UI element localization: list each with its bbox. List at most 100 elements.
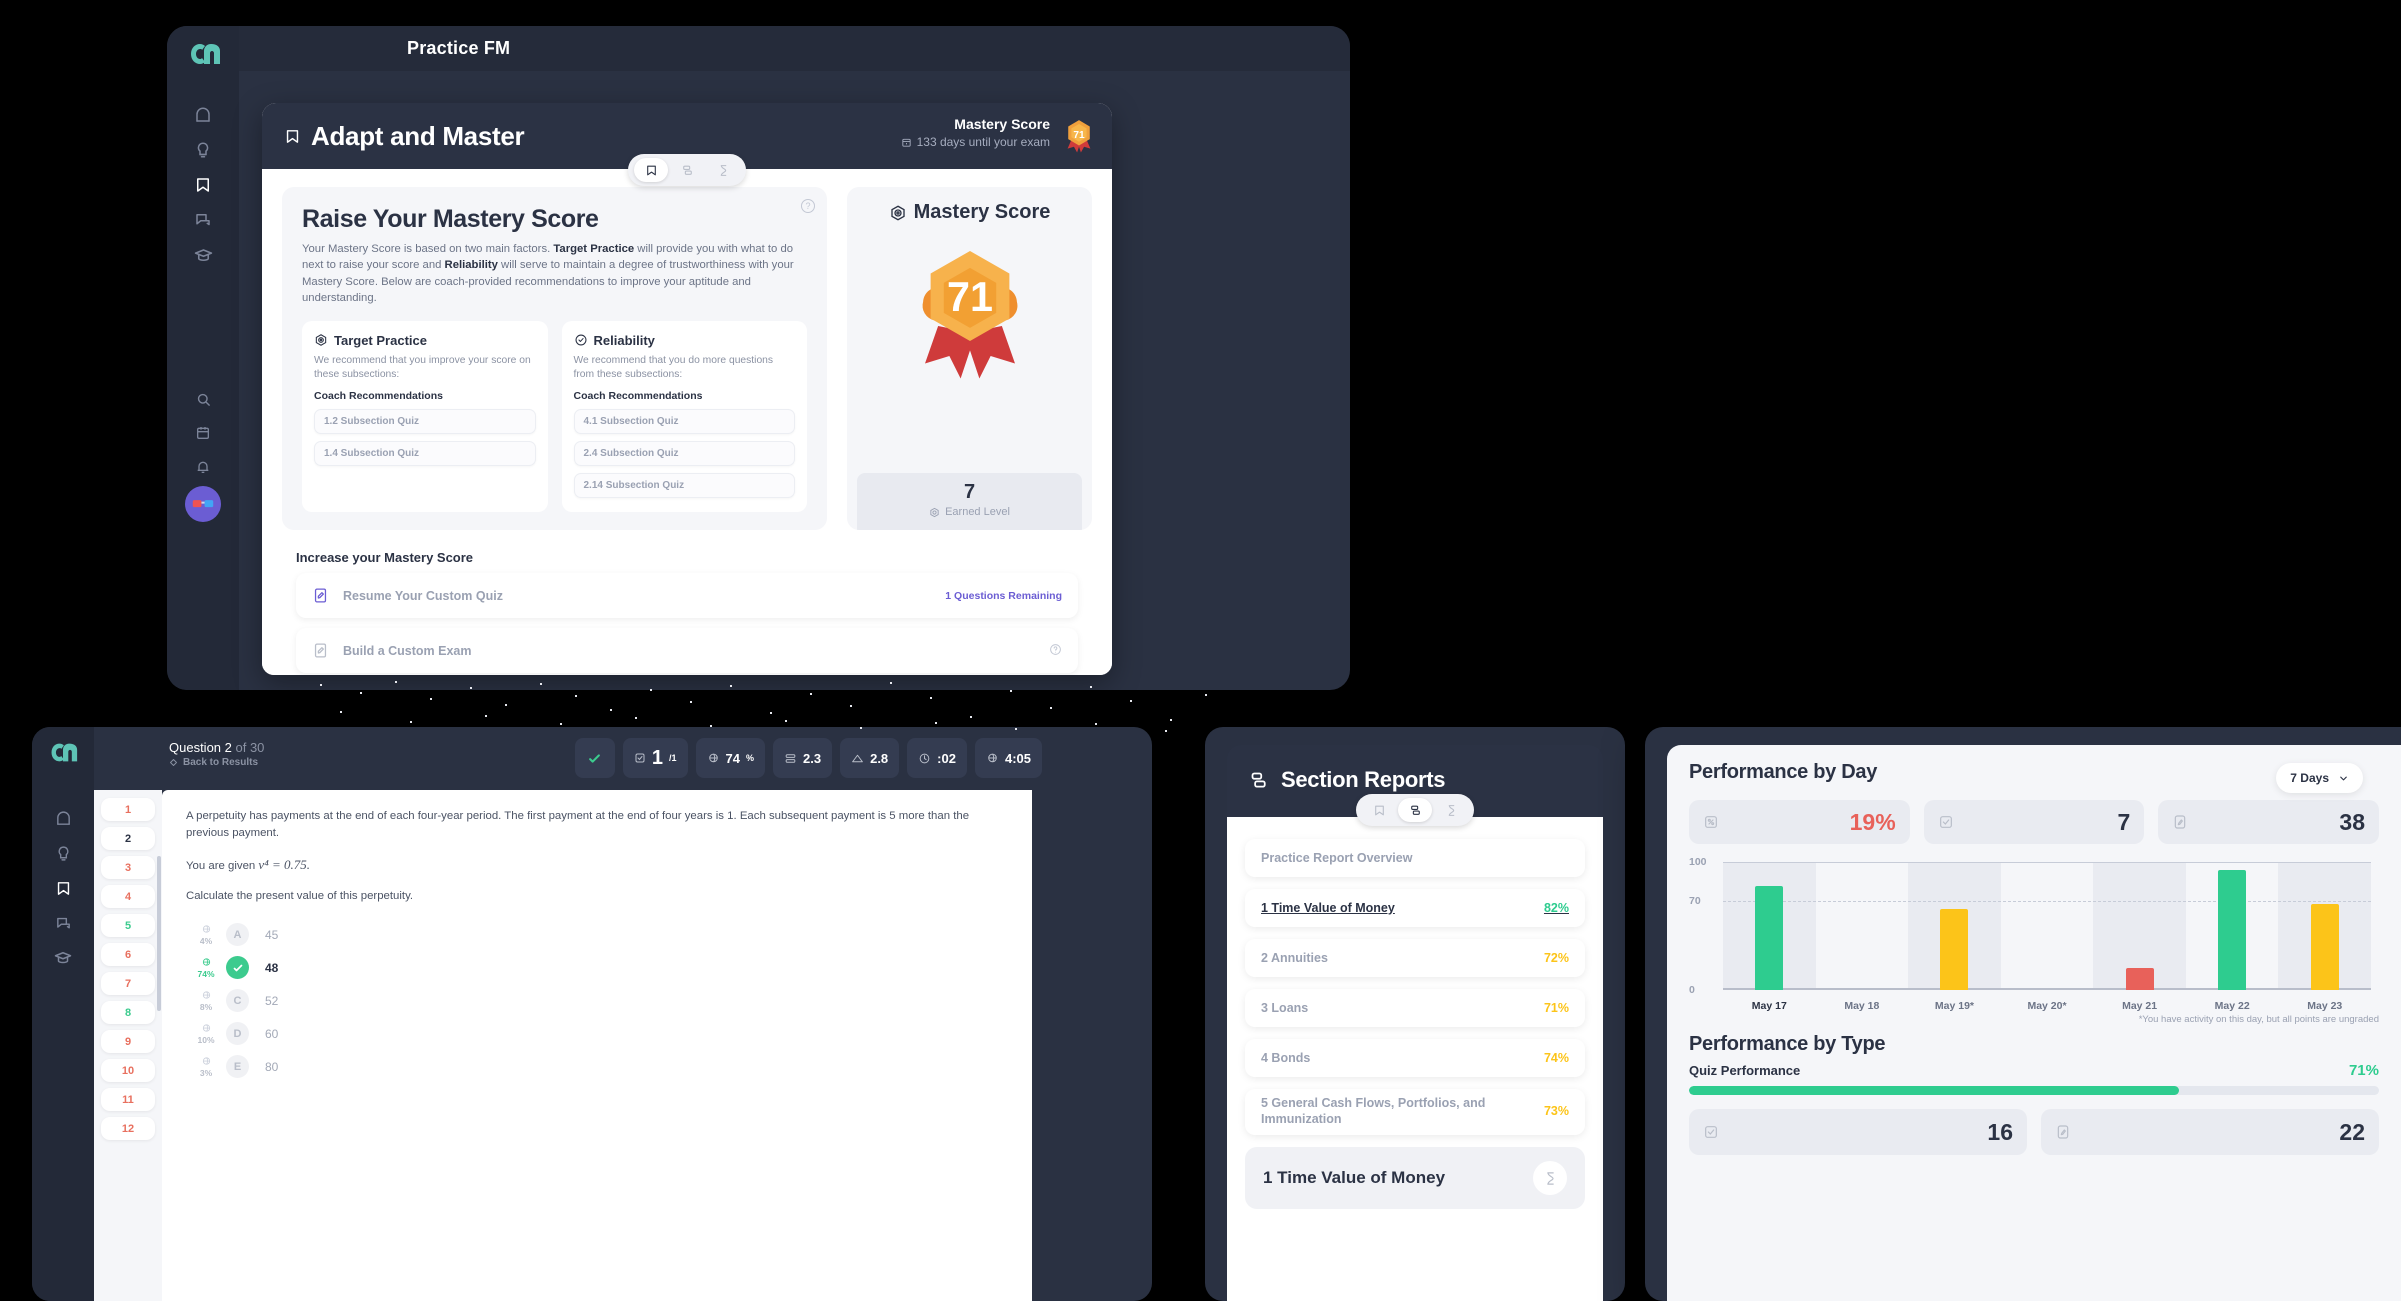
list-item[interactable]: 74% 48 [186,952,1008,983]
sidebar-item-calendar[interactable] [187,417,219,449]
question-paragraph-2: You are given v⁴ = 0.75. [186,857,310,873]
report-row-bonds[interactable]: 4 Bonds 74% [1245,1039,1585,1077]
list-item[interactable]: 12 [101,1117,155,1140]
question-navigator[interactable]: 1 2 3 4 5 6 7 8 9 10 11 12 [94,790,162,1301]
list-item[interactable]: 1 [101,798,155,821]
question-paragraph-1: A perpetuity has payments at the end of … [186,810,970,840]
check-square-icon [1938,814,1954,830]
choice-letter: E [226,1055,249,1079]
pencil-square-icon [2055,1124,2071,1140]
list-item[interactable]: 10% D 60 [186,1018,1008,1049]
bar-cell [2278,862,2371,990]
level-stat: 2.8 [840,738,900,778]
list-item[interactable]: 1.2 Subsection Quiz [314,409,536,435]
tab-reports[interactable] [1398,798,1432,822]
list-item[interactable]: 4% A 45 [186,919,1008,950]
list-item[interactable]: 1.4 Subsection Quiz [314,441,536,467]
clock-icon [918,752,931,765]
resume-custom-quiz-row[interactable]: Resume Your Custom Quiz 1 Questions Rema… [296,573,1078,619]
reports-icon [1249,770,1270,791]
percent-correct-stat: 74% [695,738,766,778]
list-item[interactable]: 8 [101,1001,155,1024]
sidebar-item-chat[interactable] [187,204,219,236]
sidebar-item-home[interactable] [187,99,219,131]
list-item[interactable]: 8% C 52 [186,985,1008,1016]
avatar[interactable] [185,486,221,522]
list-item[interactable]: 2.4 Subsection Quiz [573,441,795,467]
report-row-time-value-of-money[interactable]: 1 Time Value of Money 82% [1245,889,1585,927]
target-practice-title: Target Practice [334,332,427,348]
y-tick-100: 100 [1689,856,1707,868]
report-row-loans[interactable]: 3 Loans 71% [1245,989,1585,1027]
tab-reports[interactable] [670,158,704,182]
sidebar-item-chat[interactable] [47,907,79,939]
target-practice-card: Target Practice We recommend that you im… [302,320,548,513]
back-to-results-link[interactable]: Back to Results [169,757,264,768]
report-name: 3 Loans [1261,1001,1309,1015]
performance-by-day-chart: 100 70 0 May 17 May 18 May 19* May 20* M… [1689,856,2379,1012]
report-row-annuities[interactable]: 2 Annuities 72% [1245,939,1585,977]
report-name: Practice Report Overview [1261,851,1413,865]
tab-timed[interactable] [1434,798,1468,822]
build-custom-exam-row[interactable]: Build a Custom Exam [296,628,1078,674]
list-item[interactable]: 3 [101,856,155,879]
help-icon[interactable]: ? [801,199,815,213]
sidebar-item-lightbulb[interactable] [47,837,79,869]
resume-custom-quiz-label: Resume Your Custom Quiz [343,588,503,603]
sidebar-item-home[interactable] [47,802,79,834]
list-item[interactable]: 4 [101,885,155,908]
layers-icon [784,752,797,765]
list-item[interactable]: 4.1 Subsection Quiz [573,409,795,435]
sidebar-item-search[interactable] [187,383,219,415]
quiz-performance-label: Quiz Performance [1689,1063,1801,1078]
report-score: 72% [1543,951,1569,965]
performance-panel: Performance by Day 7 Days 19% 7 38 100 7… [1667,745,2401,1301]
y-tick-0: 0 [1689,984,1695,996]
sidebar-item-graduation[interactable] [47,942,79,974]
scrollbar[interactable] [157,856,161,1011]
hourglass-icon[interactable] [1533,1161,1567,1195]
list-item[interactable]: 5 [101,914,155,937]
performance-by-type-title: Performance by Type [1689,1033,1886,1055]
points-stat: 1/1 [622,738,688,778]
bar-cell [1723,862,1816,990]
bar-may-19 [1940,909,1969,990]
sidebar-item-graduation[interactable] [187,239,219,271]
list-item[interactable]: 2 [101,827,155,850]
stat-card-quizzes-taken: 16 [1689,1109,2027,1155]
page-title: Adapt and Master [284,121,525,152]
choice-value: 52 [265,993,279,1008]
screenshot-root: Practice FM Adapt and Master Mastery Sco… [0,0,2401,1301]
list-item[interactable]: 3% E 80 [186,1051,1008,1082]
tab-adapt-master[interactable] [1362,798,1396,822]
x-tick: May 19* [1934,1000,1974,1012]
sidebar-item-lightbulb[interactable] [187,134,219,166]
list-item[interactable]: 10 [101,1059,155,1082]
exam-countdown-text: 133 days until your exam [916,135,1050,149]
view-tabs[interactable] [628,154,746,186]
adapt-and-master-window: Practice FM Adapt and Master Mastery Sco… [167,26,1350,690]
questions-remaining-badge: 1 Questions Remaining [945,589,1062,602]
sidebar-item-bookmark[interactable] [47,872,79,904]
report-name: 1 Time Value of Money [1261,901,1395,915]
report-row-overview[interactable]: Practice Report Overview [1245,839,1585,877]
list-item[interactable]: 9 [101,1030,155,1053]
mastery-score-summary: Mastery Score 133 days until your exam [901,116,1050,149]
report-row-general-cash-flows[interactable]: 5 General Cash Flows, Portfolios, and Im… [1245,1089,1585,1135]
list-item[interactable]: 11 [101,1088,155,1111]
sidebar-item-bookmark[interactable] [187,169,219,201]
section-reports-window: Section Reports Practice Report Overview… [1205,727,1625,1301]
view-tabs[interactable] [1356,794,1474,826]
stat-card-questions-answered-value: 22 [2339,1118,2365,1145]
reliability-card: Reliability We recommend that you do mor… [561,320,807,513]
help-icon[interactable] [1049,643,1062,659]
stat-card-quizzes: 7 [1923,800,2145,844]
range-selector[interactable]: 7 Days [2276,763,2363,793]
tab-adapt-master[interactable] [634,158,668,182]
list-item[interactable]: 7 [101,972,155,995]
list-item[interactable]: 6 [101,943,155,966]
tab-timed[interactable] [706,158,740,182]
sidebar-item-notifications[interactable] [187,451,219,483]
list-item[interactable]: 2.14 Subsection Quiz [573,473,795,499]
target-icon [889,204,907,222]
